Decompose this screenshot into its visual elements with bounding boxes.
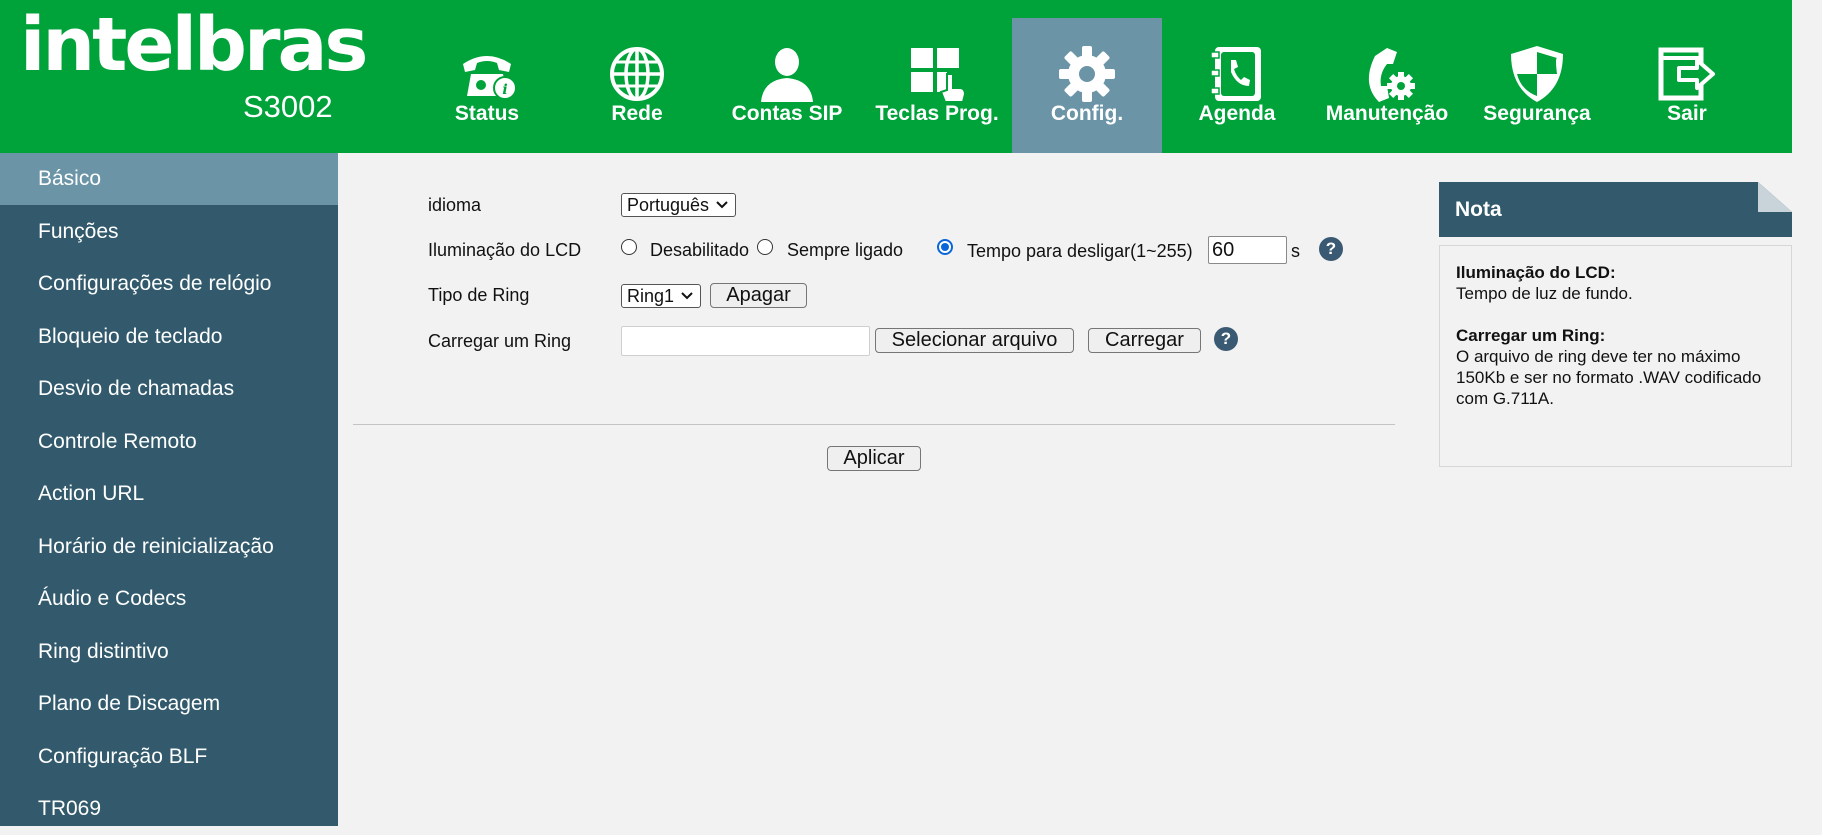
sidebar-item-action-url[interactable]: Action URL — [0, 468, 338, 520]
lcd-radio-sempre-ligado[interactable] — [757, 239, 773, 255]
sidebar-item-bloqueio-teclado[interactable]: Bloqueio de teclado — [0, 311, 338, 363]
nav-manutencao[interactable]: Manutenção — [1312, 18, 1462, 153]
apply-button[interactable]: Aplicar — [827, 446, 921, 471]
upload-help-icon[interactable]: ? — [1214, 327, 1238, 351]
nav-config-label: Config. — [1050, 102, 1124, 125]
page-fold-icon — [1758, 182, 1792, 212]
sidebar-item-funcoes[interactable]: Funções — [0, 206, 338, 258]
nav-seguranca[interactable]: Segurança — [1462, 18, 1612, 153]
idioma-label: idioma — [428, 195, 482, 215]
ring-select[interactable]: Ring1 — [621, 284, 702, 308]
nav-teclas-prog-label: Teclas Prog. — [875, 102, 999, 125]
nav-rede-label: Rede — [611, 102, 663, 125]
lcd-label: Iluminação do LCD — [428, 240, 582, 260]
idioma-select[interactable]: Português — [621, 193, 737, 217]
header-gap — [1792, 0, 1822, 153]
nav-contas-sip[interactable]: Contas SIP — [712, 18, 862, 153]
idioma-select-value: Português — [627, 195, 710, 215]
upload-button[interactable]: Carregar — [1088, 328, 1201, 353]
lcd-timeout-input[interactable]: 60 — [1208, 236, 1287, 264]
lcd-radio-desabilitado[interactable] — [621, 239, 637, 255]
note-title: Nota — [1455, 198, 1502, 221]
sidebar-item-relogio[interactable]: Configurações de relógio — [0, 258, 338, 310]
lcd-option-sempre-ligado: Sempre ligado — [787, 240, 904, 260]
nav-status-label: Status — [454, 102, 520, 125]
sidebar: Básico Funções Configurações de relógio … — [0, 153, 338, 826]
select-file-button[interactable]: Selecionar arquivo — [875, 328, 1074, 353]
lcd-help-icon[interactable]: ? — [1319, 237, 1343, 261]
nav-manutencao-label: Manutenção — [1325, 102, 1449, 125]
phone-gear-icon — [1368, 48, 1415, 102]
sidebar-item-ring-distintivo[interactable]: Ring distintivo — [0, 626, 338, 678]
note-text-ring: O arquivo de ring deve ter no máximo 150… — [1456, 347, 1762, 408]
note-body: Iluminação do LCD: Tempo de luz de fundo… — [1439, 245, 1792, 467]
lcd-option-tempo: Tempo para desligar(1~255) — [967, 241, 1193, 261]
top-header: intelbras S3002 i Status Rede Contas SIP… — [0, 0, 1792, 153]
nav-sair-label: Sair — [1667, 102, 1707, 125]
logout-icon — [1658, 47, 1715, 101]
lcd-unit: s — [1291, 241, 1300, 261]
chevron-down-icon — [716, 201, 728, 209]
nav-teclas-prog[interactable]: Teclas Prog. — [862, 18, 1012, 153]
ring-file-input[interactable] — [621, 326, 870, 356]
nav-status[interactable]: i Status — [412, 18, 562, 153]
nav-config[interactable]: Config. — [1012, 18, 1162, 153]
sidebar-item-desvio-chamadas[interactable]: Desvio de chamadas — [0, 363, 338, 415]
nav-seguranca-label: Segurança — [1483, 102, 1591, 125]
telephone-info-icon: i — [463, 56, 517, 100]
note-text-lcd: Tempo de luz de fundo. — [1456, 284, 1633, 303]
sidebar-item-basico[interactable]: Básico — [0, 153, 338, 205]
lcd-option-desabilitado: Desabilitado — [650, 240, 750, 260]
form-divider — [353, 424, 1395, 425]
svg-text:i: i — [502, 82, 507, 98]
lcd-radio-tempo[interactable] — [937, 239, 953, 255]
ring-label: Tipo de Ring — [428, 285, 530, 305]
user-icon — [761, 48, 813, 102]
chevron-down-icon — [681, 292, 693, 300]
sidebar-item-controle-remoto[interactable]: Controle Remoto — [0, 416, 338, 468]
sidebar-item-audio-codecs[interactable]: Áudio e Codecs — [0, 573, 338, 625]
shield-icon — [1511, 46, 1563, 102]
nav-rede[interactable]: Rede — [562, 18, 712, 153]
ring-select-value: Ring1 — [627, 286, 675, 306]
nav-contas-sip-label: Contas SIP — [731, 102, 843, 125]
gear-icon — [1059, 46, 1115, 102]
nav-agenda[interactable]: Agenda — [1162, 18, 1312, 153]
nav-agenda-label: Agenda — [1198, 102, 1276, 125]
upload-label: Carregar um Ring — [428, 331, 572, 351]
sidebar-item-tr069[interactable]: TR069 — [0, 783, 338, 835]
keypad-hand-icon — [911, 48, 967, 103]
globe-icon — [610, 47, 664, 101]
note-heading-lcd: Iluminação do LCD: — [1456, 263, 1616, 282]
device-model: S3002 — [243, 89, 333, 124]
note-header: Nota — [1439, 182, 1792, 237]
sidebar-item-reinicializacao[interactable]: Horário de reinicialização — [0, 521, 338, 573]
phonebook-icon — [1210, 47, 1261, 101]
nav-sair[interactable]: Sair — [1612, 18, 1762, 153]
note-heading-ring: Carregar um Ring: — [1456, 326, 1606, 345]
sidebar-item-plano-discagem[interactable]: Plano de Discagem — [0, 678, 338, 730]
apagar-button[interactable]: Apagar — [710, 283, 807, 308]
intelbras-logo: intelbras — [20, 2, 368, 88]
sidebar-item-blf[interactable]: Configuração BLF — [0, 731, 338, 783]
